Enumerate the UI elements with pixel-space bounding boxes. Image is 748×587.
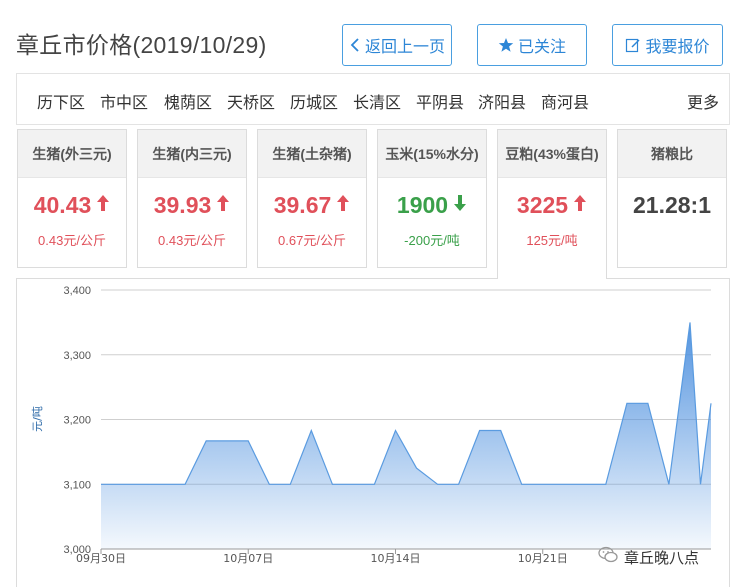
price-card-selected[interactable]: 豆粕(43%蛋白) 3225 125元/吨 (497, 129, 607, 279)
price-chart: 3,0003,1003,2003,3003,400元/吨09月30日 10月07日… (31, 285, 712, 565)
y-tick-label: 3,300 (63, 350, 91, 362)
price-card[interactable]: 猪粮比 21.28:1 (617, 129, 727, 268)
district-link[interactable]: 历下区 (37, 89, 85, 113)
follow-button[interactable]: 已关注 (477, 24, 587, 66)
arrow-up-icon (216, 191, 230, 218)
quote-button-label: 我要报价 (645, 39, 710, 56)
district-bar: 历下区 市中区 槐荫区 天桥区 历城区 长清区 平阴县 济阳县 商河县 更多 (16, 73, 730, 125)
card-price-value: 3225 (516, 192, 569, 218)
card-title: 豆粕(43%蛋白) (498, 130, 606, 178)
price-card[interactable]: 生猪(内三元) 39.93 0.43元/公斤 (137, 129, 247, 268)
card-title: 生猪(土杂猪) (258, 130, 366, 178)
price-card[interactable]: 生猪(外三元) 40.43 0.43元/公斤 (17, 129, 127, 268)
series-area (101, 322, 711, 549)
y-tick-label: 3,400 (63, 285, 91, 297)
card-price-value: 40.43 (33, 192, 92, 218)
x-tick-label: 10月07日 (223, 552, 273, 565)
arrow-up-icon (573, 191, 587, 218)
card-change: 0.67元/公斤 (278, 233, 346, 248)
back-button-label: 返回上一页 (364, 39, 445, 56)
card-price: 39.67 (258, 192, 366, 219)
district-link[interactable]: 济阳县 (478, 89, 526, 113)
edit-icon (625, 37, 641, 53)
arrow-up-icon (96, 191, 110, 218)
quote-button[interactable]: 我要报价 (612, 24, 723, 66)
district-link[interactable]: 平阴县 (416, 89, 464, 113)
card-price-value: 39.93 (153, 192, 212, 218)
card-price: 1900 (378, 192, 486, 219)
card-change: 0.43元/公斤 (38, 233, 106, 248)
card-change: -200元/吨 (404, 233, 460, 248)
card-price-value: 1900 (396, 192, 449, 218)
x-tick-label: 10月14日 (370, 552, 420, 565)
y-tick-label: 3,200 (63, 415, 91, 427)
price-card[interactable]: 玉米(15%水分) 1900 -200元/吨 (377, 129, 487, 268)
chevron-left-icon (349, 37, 361, 53)
page-title: 章丘市价格(2019/10/29) (16, 32, 267, 58)
star-icon (498, 37, 514, 53)
district-link[interactable]: 历城区 (290, 89, 338, 113)
y-axis-label: 元/吨 (31, 406, 44, 432)
card-price: 3225 (498, 192, 606, 219)
back-button[interactable]: 返回上一页 (342, 24, 452, 66)
arrow-up-icon (336, 191, 350, 218)
district-link[interactable]: 天桥区 (227, 89, 275, 113)
wechat-icon (598, 546, 618, 568)
card-title: 玉米(15%水分) (378, 130, 486, 178)
card-price-value: 21.28:1 (632, 192, 711, 218)
watermark-text: 章丘晚八点 (624, 549, 700, 567)
card-price: 21.28:1 (618, 192, 726, 219)
chart-panel: 3,000 3,100 3,200 3,300 3,400 元/吨 09月30日 10月07日… (16, 278, 730, 587)
x-tick-label: 09月30日 (76, 552, 126, 565)
price-card[interactable]: 生猪(土杂猪) 39.67 0.67元/公斤 (257, 129, 367, 268)
more-link[interactable]: 更多 (687, 89, 719, 113)
card-title: 生猪(内三元) (138, 130, 246, 178)
district-link[interactable]: 槐荫区 (164, 89, 212, 113)
card-title: 猪粮比 (618, 130, 726, 178)
follow-button-label: 已关注 (517, 39, 566, 56)
district-link[interactable]: 长清区 (353, 89, 401, 113)
x-tick-label: 10月21日 (518, 552, 568, 565)
card-price: 40.43 (18, 192, 126, 219)
district-link[interactable]: 市中区 (100, 89, 148, 113)
arrow-down-icon (453, 191, 467, 218)
card-change: 0.43元/公斤 (158, 233, 226, 248)
card-title: 生猪(外三元) (18, 130, 126, 178)
y-tick-label: 3,100 (63, 479, 91, 491)
watermark: 章丘晚八点 (598, 544, 728, 570)
district-link[interactable]: 商河县 (541, 89, 589, 113)
card-price-value: 39.67 (273, 192, 332, 218)
card-change: 125元/吨 (526, 233, 578, 248)
card-price: 39.93 (138, 192, 246, 219)
